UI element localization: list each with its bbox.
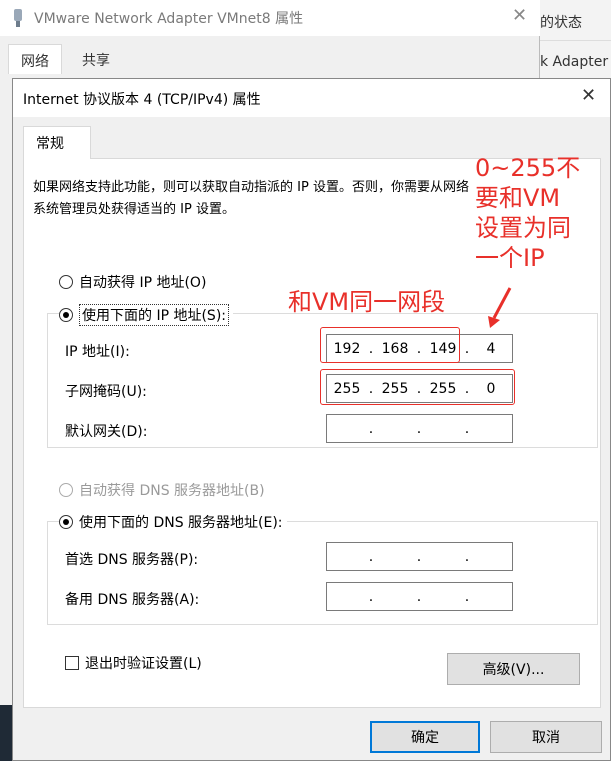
advanced-button[interactable]: 高级(V)... — [447, 653, 580, 685]
right-window-text-adapter: k Adapter — [540, 54, 609, 70]
network-adapter-icon — [10, 8, 26, 32]
octet-separator: . — [464, 420, 470, 437]
dialog-titlebar: Internet 协议版本 4 (TCP/IPv4) 属性 ✕ — [13, 79, 610, 117]
octet-separator: . — [368, 588, 374, 605]
alternate-dns-input[interactable]: . . . — [326, 582, 513, 611]
radio-auto-dns-label: 自动获得 DNS 服务器地址(B) — [79, 483, 265, 499]
validate-settings-checkbox-box[interactable] — [65, 656, 79, 670]
tab-sharing[interactable]: 共享 — [70, 44, 122, 74]
octet-separator: . — [464, 548, 470, 565]
radio-auto-dns[interactable]: 自动获得 DNS 服务器地址(B) — [59, 480, 265, 500]
octet-separator: . — [464, 340, 470, 357]
right-window-text-status: 的状态 — [540, 15, 582, 31]
radio-manual-ip-label: 使用下面的 IP 地址(S): — [79, 304, 229, 326]
background-close-icon[interactable]: ✕ — [512, 5, 527, 26]
radio-auto-dns-indicator[interactable] — [59, 483, 73, 497]
radio-manual-ip-indicator[interactable] — [59, 308, 73, 322]
ok-button[interactable]: 确定 — [370, 721, 480, 753]
validate-settings-checkbox[interactable]: 退出时验证设置(L) — [65, 653, 202, 673]
annotation-same-segment: 和VM同一网段 — [288, 288, 446, 316]
alternate-dns-label: 备用 DNS 服务器(A): — [65, 592, 200, 608]
annotation-highlight-subnet — [320, 369, 515, 405]
octet-separator: . — [368, 548, 374, 565]
radio-auto-ip-label: 自动获得 IP 地址(O) — [79, 275, 207, 291]
annotation-range-line-2: 要和VM — [475, 184, 561, 212]
background-titlebar: VMware Network Adapter VMnet8 属性 ✕ — [0, 0, 540, 36]
preferred-dns-label: 首选 DNS 服务器(P): — [65, 552, 199, 568]
octet-separator: . — [416, 420, 422, 437]
close-icon[interactable]: ✕ — [581, 85, 596, 106]
radio-auto-ip[interactable]: 自动获得 IP 地址(O) — [59, 272, 206, 292]
annotation-range-note: 0~255不 要和VM 设置为同 一个IP — [475, 153, 580, 273]
taskbar-edge — [0, 705, 12, 761]
right-window-divider — [540, 40, 611, 41]
octet-separator: . — [368, 420, 374, 437]
tab-network[interactable]: 网络 — [8, 44, 62, 74]
octet-separator: . — [464, 588, 470, 605]
radio-manual-dns-label: 使用下面的 DNS 服务器地址(E): — [79, 515, 283, 531]
tab-general[interactable]: 常规 — [23, 126, 91, 159]
ip-address-label: IP 地址(I): — [65, 344, 130, 360]
annotation-range-line-1: 0~255不 — [475, 154, 581, 182]
radio-manual-dns[interactable]: 使用下面的 DNS 服务器地址(E): — [59, 512, 287, 532]
background-window-title: VMware Network Adapter VMnet8 属性 — [34, 11, 304, 27]
annotation-range-line-4: 一个IP — [475, 244, 545, 272]
radio-manual-ip[interactable]: 使用下面的 IP 地址(S): — [59, 304, 233, 326]
annotation-highlight-ip — [320, 327, 460, 363]
annotation-range-line-3: 设置为同 — [475, 214, 571, 242]
radio-manual-dns-indicator[interactable] — [59, 515, 73, 529]
preferred-dns-input[interactable]: . . . — [326, 542, 513, 571]
subnet-mask-label: 子网掩码(U): — [65, 384, 147, 400]
cancel-button[interactable]: 取消 — [490, 721, 602, 753]
gateway-input[interactable]: . . . — [326, 414, 513, 443]
dns-settings-group — [47, 521, 598, 625]
annotation-arrow-icon — [488, 287, 512, 328]
octet-separator: . — [416, 588, 422, 605]
radio-auto-ip-indicator[interactable] — [59, 275, 73, 289]
validate-settings-label: 退出时验证设置(L) — [85, 656, 202, 672]
ip-address-octet-4: 4 — [486, 340, 496, 357]
gateway-label: 默认网关(D): — [65, 424, 148, 440]
octet-separator: . — [416, 548, 422, 565]
dialog-title: Internet 协议版本 4 (TCP/IPv4) 属性 — [23, 92, 261, 108]
